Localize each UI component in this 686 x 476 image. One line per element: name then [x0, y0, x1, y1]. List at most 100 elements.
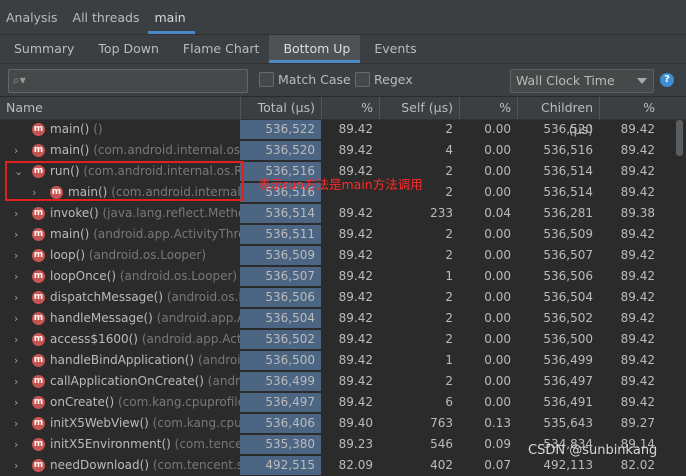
- filter-toolbar: ⌕▾ Match Case Regex Wall Clock Time ?: [0, 64, 686, 97]
- chevron-right-icon[interactable]: ›: [14, 224, 18, 245]
- tab-top-down[interactable]: Top Down: [84, 35, 169, 63]
- chevron-right-icon[interactable]: ›: [14, 392, 18, 413]
- table-row[interactable]: › m main() (android.app.ActivityThrea 536,5…: [0, 224, 686, 245]
- children-value: 536,507: [543, 248, 593, 262]
- children-value: 536,516: [543, 143, 593, 157]
- chevron-right-icon[interactable]: ›: [14, 245, 18, 266]
- method-name: main(): [50, 122, 90, 136]
- children-value: 536,509: [543, 227, 593, 241]
- tab-bottom-up[interactable]: Bottom Up: [269, 35, 361, 63]
- help-icon[interactable]: ?: [660, 73, 674, 87]
- name-cell: › m loopOnce() (android.os.Looper): [0, 266, 240, 287]
- match-case-checkbox[interactable]: [259, 72, 274, 87]
- method-package: (androi: [197, 353, 240, 367]
- method-package: (android.app.A: [156, 311, 240, 325]
- name-cell: › m initX5WebView() (com.kang.cpu: [0, 413, 240, 434]
- tab-analysis[interactable]: Analysis: [0, 10, 67, 34]
- total-value: 536,406: [265, 416, 315, 430]
- total-percent: 89.42: [338, 122, 373, 136]
- chevron-right-icon[interactable]: ›: [14, 455, 18, 476]
- children-percent: 89.42: [620, 143, 655, 157]
- tab-flame-chart[interactable]: Flame Chart: [169, 35, 270, 63]
- tab-events[interactable]: Events: [360, 35, 426, 63]
- self-percent: 0.00: [484, 185, 511, 199]
- col-total-pct-header[interactable]: %: [321, 97, 379, 119]
- self-percent: 0.00: [484, 164, 511, 178]
- children-value: 536,491: [543, 395, 593, 409]
- children-percent: 89.42: [620, 164, 655, 178]
- self-value: 546: [430, 437, 453, 451]
- self-value: 2: [445, 290, 453, 304]
- col-self-pct-header[interactable]: %: [459, 97, 517, 119]
- total-value: 536,506: [265, 290, 315, 304]
- chevron-right-icon[interactable]: ›: [14, 371, 18, 392]
- chevron-right-icon[interactable]: ›: [14, 287, 18, 308]
- method-package: (android.os.Looper): [119, 269, 238, 283]
- self-percent: 0.00: [484, 248, 511, 262]
- table-row[interactable]: › m handleMessage() (android.app.A 536,504 8…: [0, 308, 686, 329]
- table-row[interactable]: › m dispatchMessage() (android.os.H 536,506…: [0, 287, 686, 308]
- children-value: 536,497: [543, 374, 593, 388]
- col-children-pct-header[interactable]: %: [599, 97, 661, 119]
- children-percent: 89.38: [620, 206, 655, 220]
- children-percent: 89.42: [620, 248, 655, 262]
- name-cell: › m invoke() (java.lang.reflect.Method: [0, 203, 240, 224]
- method-package: (com.android.internal.os.Z: [93, 143, 240, 157]
- table-row[interactable]: › m loopOnce() (android.os.Looper) 536,507 8…: [0, 266, 686, 287]
- tab-all-threads[interactable]: All threads: [67, 10, 149, 34]
- table-row[interactable]: › m invoke() (java.lang.reflect.Method 536,…: [0, 203, 686, 224]
- table-row[interactable]: › m onCreate() (com.kang.cpuprofile 536,497…: [0, 392, 686, 413]
- chevron-right-icon[interactable]: ›: [14, 203, 18, 224]
- self-value: 6: [445, 395, 453, 409]
- table-row[interactable]: › m main() (com.android.internal.os.Z 536,5…: [0, 140, 686, 161]
- chevron-right-icon[interactable]: ›: [14, 434, 18, 455]
- table-row[interactable]: › m loop() (android.os.Looper) 536,509 89.42…: [0, 245, 686, 266]
- method-package: (com.tencent: [174, 437, 240, 451]
- chevron-right-icon[interactable]: ›: [14, 140, 18, 161]
- table-row[interactable]: › m handleBindApplication() (androi 536,500…: [0, 350, 686, 371]
- tab-main-thread[interactable]: main: [148, 10, 195, 34]
- method-package: (android.app.Activ: [141, 332, 240, 346]
- search-icon: ⌕▾: [13, 73, 26, 87]
- name-cell: › m handleBindApplication() (androi: [0, 350, 240, 371]
- total-value: 492,515: [265, 458, 315, 472]
- chevron-down-icon: [637, 78, 647, 84]
- chevron-right-icon[interactable]: ›: [14, 329, 18, 350]
- total-percent: 89.42: [338, 311, 373, 325]
- children-percent: 89.42: [620, 227, 655, 241]
- total-percent: 89.42: [338, 332, 373, 346]
- chevron-right-icon[interactable]: ›: [14, 350, 18, 371]
- col-total-header[interactable]: Total (µs): [240, 97, 321, 119]
- chevron-right-icon[interactable]: ›: [14, 413, 18, 434]
- name-cell: › m loop() (android.os.Looper): [0, 245, 240, 266]
- table-row[interactable]: › m access$1600() (android.app.Activ 536,50…: [0, 329, 686, 350]
- children-percent: 89.42: [620, 290, 655, 304]
- method-name: handleBindApplication(): [50, 353, 195, 367]
- table-row[interactable]: m main() () 536,522 89.42 2 0.00 536,520 89.42: [0, 119, 686, 140]
- self-value: 2: [445, 227, 453, 241]
- regex-checkbox[interactable]: [355, 72, 370, 87]
- children-value: 535,643: [543, 416, 593, 430]
- clock-type-select[interactable]: Wall Clock Time: [510, 69, 654, 93]
- self-percent: 0.00: [484, 395, 511, 409]
- vertical-scrollbar[interactable]: [676, 120, 683, 156]
- chevron-right-icon[interactable]: ›: [14, 266, 18, 287]
- table-row[interactable]: › m callApplicationOnCreate() (andro 536,49…: [0, 371, 686, 392]
- name-cell: › m handleMessage() (android.app.A: [0, 308, 240, 329]
- total-percent: 89.42: [338, 395, 373, 409]
- chevron-right-icon[interactable]: ›: [14, 308, 18, 329]
- tab-summary[interactable]: Summary: [0, 35, 84, 63]
- table-row[interactable]: › m needDownload() (com.tencent.sm 492,515 8…: [0, 455, 686, 476]
- table-row[interactable]: › m initX5WebView() (com.kang.cpu 536,406 89…: [0, 413, 686, 434]
- col-children-header[interactable]: Children (µs): [517, 97, 599, 137]
- col-name-header[interactable]: Name: [0, 97, 240, 119]
- method-icon: m: [32, 417, 45, 430]
- self-percent: 0.00: [484, 269, 511, 283]
- self-percent: 0.00: [484, 353, 511, 367]
- total-value: 536,511: [265, 227, 315, 241]
- name-cell: › m main() (android.app.ActivityThrea: [0, 224, 240, 245]
- total-value: 536,509: [265, 248, 315, 262]
- search-input[interactable]: ⌕▾: [8, 69, 248, 93]
- col-self-header[interactable]: Self (µs): [379, 97, 459, 119]
- method-icon: m: [32, 354, 45, 367]
